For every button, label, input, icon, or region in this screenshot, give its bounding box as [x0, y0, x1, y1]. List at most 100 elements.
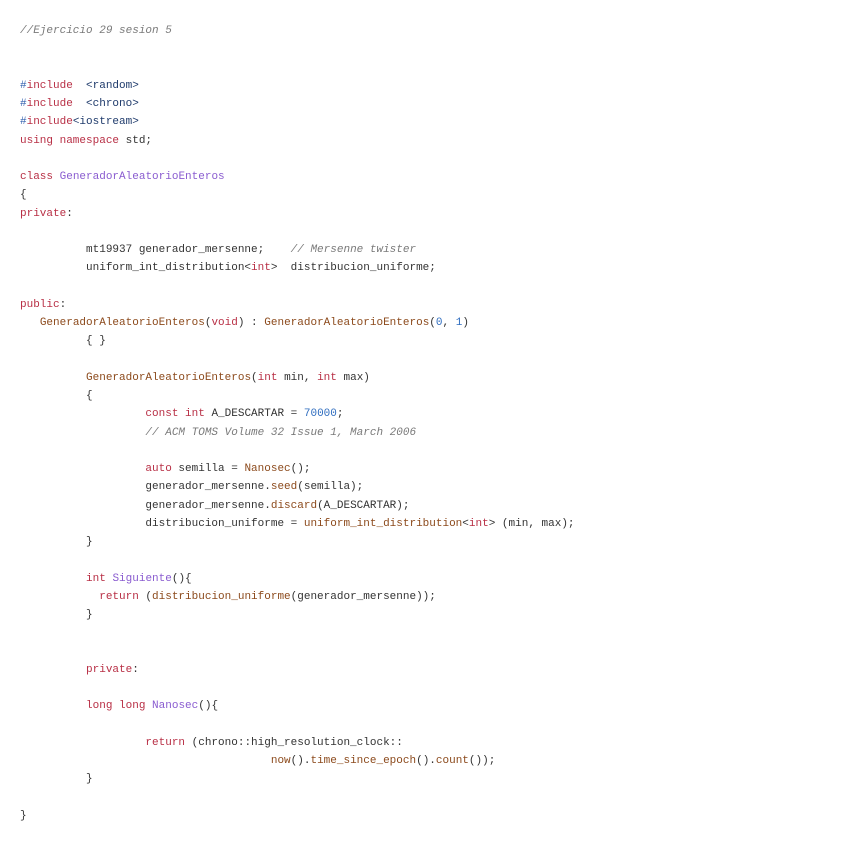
- code-text-token: ();: [290, 463, 311, 475]
- code-line: mt19937 generador_mersenne; // Mersenne …: [20, 241, 575, 259]
- function-name-token: GeneradorAleatorioEnteros: [39, 317, 205, 329]
- function-name-token: distribucion_uniforme: [152, 590, 291, 603]
- code-line: public:: [20, 296, 575, 314]
- code-text-token: :: [59, 298, 67, 311]
- code-line: class GeneradorAleatorioEnteros: [20, 168, 575, 186]
- keyword-token: int: [251, 262, 271, 275]
- code-line: now().time_since_epoch().count());: [20, 752, 575, 770]
- function-name-token: time_since_epoch: [310, 755, 417, 767]
- keyword-token: int: [257, 371, 278, 384]
- code-text-token: min,: [277, 371, 318, 384]
- code-text-token: (: [138, 590, 153, 603]
- keyword-token: int: [86, 572, 106, 585]
- code-text-token: <: [462, 517, 469, 530]
- code-text-token: distribucion_uniforme =: [20, 517, 304, 530]
- code-line: #include <random>: [20, 77, 575, 95]
- code-line: private:: [20, 661, 575, 679]
- keyword-token: int: [317, 371, 337, 384]
- code-text-token: uniform_int_distribution<: [20, 262, 252, 275]
- function-name-token: Nanosec: [244, 463, 291, 475]
- code-line: long long Nanosec(){: [20, 697, 575, 715]
- code-line: #include <chrono>: [20, 95, 575, 113]
- code-document: //Ejercicio 29 sesion 5 #include <random>…: [20, 22, 575, 825]
- code-text-token: generador_mersenne.: [20, 481, 271, 494]
- code-text-token: }: [20, 773, 93, 786]
- type-name-token: GeneradorAleatorioEnteros: [59, 171, 225, 183]
- code-text-token: max): [336, 371, 370, 384]
- comment-token: //Ejercicio 29 sesion 5: [20, 25, 172, 37]
- code-line: //Ejercicio 29 sesion 5: [20, 22, 575, 40]
- code-text-token: ,: [442, 317, 456, 329]
- code-text-token: {: [20, 390, 93, 402]
- code-line: }: [20, 533, 575, 551]
- code-text-token: > (min, max);: [488, 517, 575, 530]
- code-line: auto semilla = Nanosec();: [20, 460, 575, 478]
- keyword-token: class: [20, 171, 54, 183]
- code-text-token: ().: [416, 755, 436, 767]
- header-name-token: <chrono>: [86, 98, 139, 110]
- code-line: return (chrono::high_resolution_clock::: [20, 734, 575, 752]
- number-literal-token: 70000: [303, 408, 337, 421]
- code-text-token: ().: [290, 755, 311, 767]
- number-literal-token: 0: [435, 317, 443, 329]
- code-text-token: A_DESCARTAR =: [204, 408, 304, 421]
- keyword-token: include: [26, 98, 73, 110]
- keyword-token: using namespace: [20, 134, 120, 147]
- comment-token: // ACM TOMS Volume 32 Issue 1, March 200…: [145, 426, 417, 439]
- code-text-token: }: [20, 609, 93, 621]
- function-name-token: now: [270, 755, 291, 767]
- preprocessor-hash-token: #: [20, 116, 27, 129]
- code-line: const int A_DESCARTAR = 70000;: [20, 405, 575, 423]
- code-line: generador_mersenne.discard(A_DESCARTAR);: [20, 497, 575, 515]
- header-name-token: <iostream>: [72, 116, 139, 129]
- code-text-token: (A_DESCARTAR);: [317, 499, 410, 512]
- code-text-token: }: [20, 536, 93, 548]
- code-line: #include<iostream>: [20, 113, 575, 131]
- code-text-token: (chrono::high_resolution_clock::: [185, 736, 403, 749]
- code-text-token: (){: [198, 700, 219, 713]
- header-name-token: <random>: [86, 79, 139, 92]
- function-name-token: GeneradorAleatorioEnteros: [86, 371, 252, 384]
- code-text-token: { }: [20, 335, 106, 348]
- code-line: private:: [20, 205, 575, 223]
- code-line: // ACM TOMS Volume 32 Issue 1, March 200…: [20, 424, 575, 442]
- code-text-token: ());: [468, 755, 496, 767]
- code-line: {: [20, 186, 575, 204]
- code-line: distribucion_uniforme = uniform_int_dist…: [20, 515, 575, 533]
- code-line: using namespace std;: [20, 132, 575, 150]
- keyword-token: auto: [145, 463, 172, 475]
- function-name-token: uniform_int_distribution: [303, 517, 463, 530]
- code-text-token: std;: [119, 134, 153, 147]
- code-text-token: (: [429, 317, 436, 329]
- type-name-token: Siguiente: [112, 572, 172, 585]
- code-text-token: :: [66, 207, 73, 220]
- keyword-token: return: [145, 736, 186, 749]
- code-line: { }: [20, 332, 575, 350]
- function-name-token: seed: [270, 481, 298, 494]
- code-text-token: > distribucion_uniforme;: [270, 262, 436, 275]
- comment-token: // Mersenne twister: [290, 244, 417, 256]
- code-text-token: :: [132, 663, 139, 676]
- type-name-token: Nanosec: [152, 700, 199, 713]
- keyword-token: const int: [145, 408, 205, 421]
- code-text-token: ) :: [237, 317, 265, 329]
